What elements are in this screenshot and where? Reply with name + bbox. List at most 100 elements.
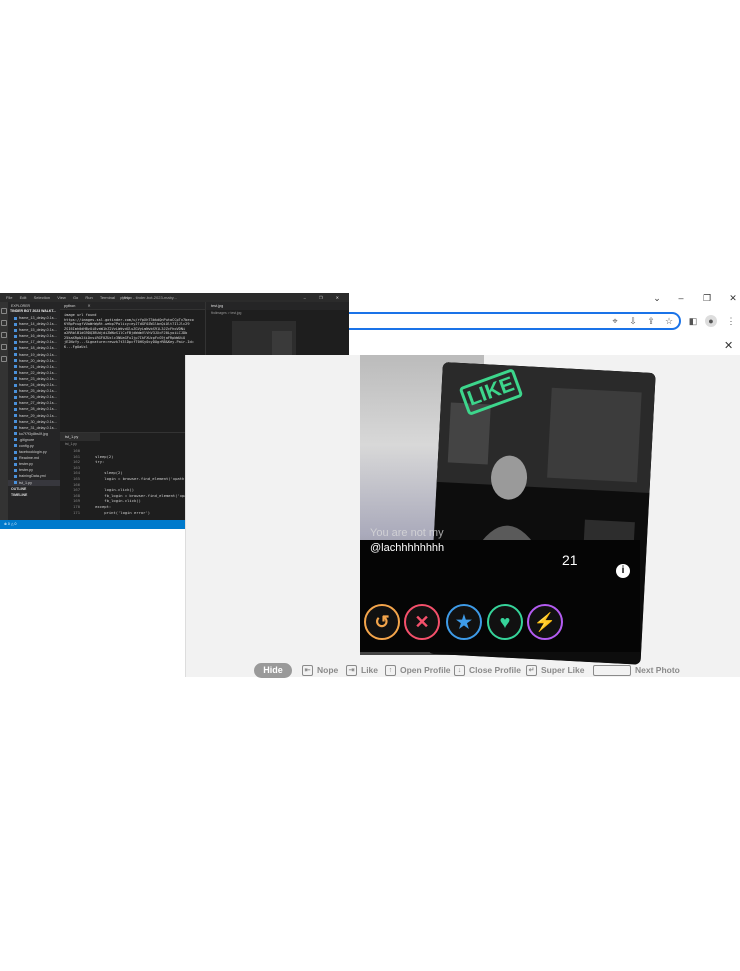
file-name: frame_27_delay-0.1s... [19, 401, 57, 406]
menu-kebab-icon[interactable]: ⋮ [725, 315, 737, 327]
file-item[interactable]: frame_18_delay-0.1s... [8, 345, 60, 351]
menu-go[interactable]: Go [73, 293, 78, 302]
file-icon [14, 316, 17, 320]
file-icon [14, 377, 17, 381]
file-name: frame_16_delay-0.1s... [19, 334, 57, 339]
file-name: frame_14_delay-0.1s... [19, 322, 57, 327]
file-item[interactable]: frame_21_delay-0.1s... [8, 364, 60, 370]
file-icon [14, 468, 17, 472]
install-icon[interactable]: ⇩ [627, 315, 639, 327]
up-arrow-key-icon: ↑ [385, 665, 396, 677]
window-controls: ⌄ – ❐ ✕ [650, 290, 740, 308]
boost-button[interactable]: ⚡ [527, 604, 563, 640]
file-item[interactable]: frame_31_delay-0.1s... [8, 425, 60, 431]
file-icon [14, 365, 17, 369]
extensions-icon[interactable] [1, 356, 7, 362]
file-icon [14, 334, 17, 338]
file-icon [14, 322, 17, 326]
restore-button[interactable]: ❐ [700, 293, 714, 304]
terminal-tab-label: python [64, 304, 76, 308]
share-icon[interactable]: ⇪ [645, 315, 657, 327]
location-pin-icon[interactable]: ⌖ [609, 315, 621, 327]
menu-terminal[interactable]: Terminal [100, 293, 115, 302]
file-item[interactable]: frame_30_delay-0.1s... [8, 419, 60, 425]
file-name: frame_28_delay-0.1s... [19, 407, 57, 412]
code-text: login.click() [86, 487, 135, 493]
file-name: frame_15_delay-0.1s... [19, 328, 57, 333]
hide-hints-button[interactable]: Hide [254, 663, 292, 678]
rewind-button[interactable]: ↺ [364, 604, 400, 640]
file-icon [14, 389, 17, 393]
vscode-titlebar: File Edit Selection View Go Run Terminal… [0, 293, 349, 302]
file-name: frame_19_delay-0.1s... [19, 352, 57, 357]
file-item[interactable]: frame_29_delay-0.1s... [8, 413, 60, 419]
file-name: config.py [19, 443, 34, 448]
profile-handle: @lachhhhhhhh [370, 542, 445, 554]
file-name: frame_22_delay-0.1s... [19, 370, 57, 375]
explorer-icon[interactable] [1, 308, 7, 314]
file-icon [14, 340, 17, 344]
file-icon [14, 407, 17, 411]
tab-search-icon[interactable]: ⌄ [650, 293, 664, 304]
file-icon [14, 359, 17, 363]
terminal-line: K...FgOaUxl [64, 344, 88, 349]
file-name: frame_31_delay-0.1s... [19, 425, 57, 430]
terminal-output: image url found https://images-ssl.gotind… [60, 310, 205, 352]
file-name: ko7f7f3y8bs0f.jpg [19, 431, 48, 436]
code-text: except: [86, 503, 112, 509]
menu-view[interactable]: View [57, 293, 66, 302]
hint-super-like: ↵ Super Like [526, 665, 584, 677]
close-icon[interactable]: ✕ [87, 304, 90, 308]
file-icon [14, 456, 17, 460]
code-text: print('login error') [86, 509, 151, 515]
vscode-window-controls[interactable]: – ❐ ✕ [304, 293, 345, 302]
menu-selection[interactable]: Selection [34, 293, 50, 302]
hint-next-photo: Next Photo [593, 665, 680, 677]
file-name: frame_26_delay-0.1s... [19, 395, 57, 400]
timeline-section[interactable]: TIMELINE [8, 492, 60, 498]
menu-edit[interactable]: Edit [20, 293, 27, 302]
file-name: trainingData.yml [19, 474, 46, 479]
down-arrow-key-icon: ↓ [454, 665, 465, 677]
file-icon [14, 328, 17, 332]
file-icon [14, 414, 17, 418]
source-control-icon[interactable] [1, 332, 7, 338]
file-icon [14, 450, 17, 454]
hint-close-profile: ↓ Close Profile [454, 665, 521, 677]
menu-run[interactable]: Run [85, 293, 92, 302]
terminal-tab[interactable]: python ✕ [60, 302, 205, 310]
preview-tab[interactable]: test.jpg [206, 302, 349, 310]
file-list: frame_13_delay-0.1s... frame_14_delay-0.1… [8, 315, 60, 486]
terminal-line: KYBpPcugfVUaWrWpRt.webp?Policy=eyJTdGF0Z… [64, 322, 190, 326]
chrome-toolbar: ⌄ – ❐ ✕ ⌖ ⇩ ⇪ ☆ ◧ ● ⋮ [349, 290, 740, 334]
file-name: tst_1.py [19, 480, 32, 485]
menu-file[interactable]: File [6, 293, 12, 302]
nope-button[interactable]: ✕ [404, 604, 440, 640]
code-text: sleep(2) [86, 470, 123, 476]
file-name: facebooklogin.py [19, 450, 47, 455]
close-window-button[interactable]: ✕ [726, 293, 740, 304]
infobar-close-icon[interactable]: ✕ [724, 339, 733, 352]
minimize-button[interactable]: – [674, 293, 688, 303]
super-like-button[interactable]: ★ [446, 604, 482, 640]
file-item[interactable]: frame_19_delay-0.1s... [8, 352, 60, 358]
hint-like-label: Like [361, 665, 379, 675]
side-panel-icon[interactable]: ◧ [687, 315, 699, 327]
file-item[interactable]: frame_20_delay-0.1s... [8, 358, 60, 364]
vscode-window-title: python - tinder-bot-2023-maby... [120, 295, 177, 300]
explorer-sidebar: EXPLORER TINDER BOT 2023 WALKT... frame_… [8, 302, 60, 520]
editor-tab[interactable]: tst_1.py [60, 433, 100, 441]
file-icon [14, 371, 17, 375]
info-icon[interactable]: i [616, 564, 630, 578]
bookmark-star-icon[interactable]: ☆ [663, 315, 675, 327]
like-button[interactable]: ♥ [487, 604, 523, 640]
left-arrow-key-icon: ⇤ [302, 665, 313, 677]
activity-bar [0, 302, 8, 520]
search-icon[interactable] [1, 320, 7, 326]
file-item[interactable]: frame_28_delay-0.1s... [8, 406, 60, 412]
run-debug-icon[interactable] [1, 344, 7, 350]
file-name: Readme.md [19, 456, 40, 461]
profile-icon[interactable]: ● [705, 315, 717, 327]
terminal-line: a2RRblB1dG9DQ3BUdjdiZWNvS1lCcFBjdWdmVlVh… [64, 331, 188, 335]
profile-bio: You are not my [370, 527, 444, 539]
